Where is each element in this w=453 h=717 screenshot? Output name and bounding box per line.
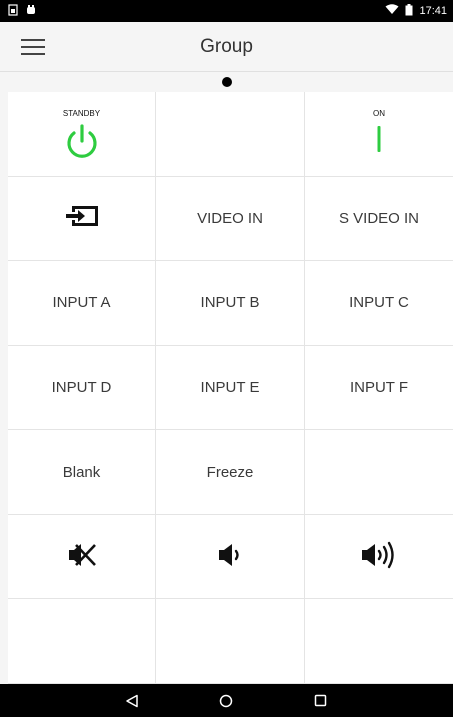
standby-button[interactable]: STANDBY <box>8 92 156 177</box>
input-a-label: INPUT A <box>52 294 111 312</box>
empty-cell-5-3[interactable] <box>305 430 453 515</box>
input-select-button[interactable] <box>8 176 156 262</box>
volume-down-button[interactable] <box>156 514 305 600</box>
s-video-in-label: S VIDEO IN <box>338 209 420 227</box>
input-e-label: INPUT E <box>200 378 260 396</box>
empty-cell-7-1[interactable] <box>8 599 156 684</box>
page-title: Group <box>200 36 253 57</box>
s-video-in-button[interactable]: S VIDEO IN <box>305 176 453 262</box>
input-icon <box>64 203 100 233</box>
status-time: 17:41 <box>419 5 447 17</box>
mute-icon <box>67 541 97 573</box>
app-bar: Group <box>0 22 453 72</box>
battery-icon <box>405 3 413 19</box>
input-a-button[interactable]: INPUT A <box>8 261 156 346</box>
input-d-label: INPUT D <box>51 378 112 396</box>
blank-button[interactable]: Blank <box>8 430 156 515</box>
video-in-button[interactable]: VIDEO IN <box>156 176 305 262</box>
button-grid: STANDBY ON VIDEO IN S VIDEO IN INPUT A I… <box>8 92 453 684</box>
home-icon[interactable] <box>206 684 246 717</box>
page-indicator <box>0 72 453 92</box>
mute-button[interactable] <box>8 514 156 600</box>
input-e-button[interactable]: INPUT E <box>156 345 305 431</box>
blank-label: Blank <box>62 463 101 481</box>
notification-icon <box>26 4 36 18</box>
standby-label: STANDBY <box>62 109 101 118</box>
input-c-button[interactable]: INPUT C <box>305 261 453 346</box>
volume-down-icon <box>217 541 243 573</box>
input-b-label: INPUT B <box>200 294 260 312</box>
sim-icon <box>8 3 18 19</box>
on-button[interactable]: ON <box>305 92 453 177</box>
page-dot-active[interactable] <box>221 77 232 87</box>
hamburger-menu-icon[interactable] <box>20 35 46 59</box>
back-icon[interactable] <box>112 684 152 717</box>
system-nav-bar <box>0 684 453 717</box>
empty-cell-7-3[interactable] <box>305 599 453 684</box>
wifi-icon <box>385 4 399 18</box>
recents-icon[interactable] <box>301 684 341 717</box>
input-c-label: INPUT C <box>349 294 409 312</box>
freeze-button[interactable]: Freeze <box>156 430 305 515</box>
input-f-button[interactable]: INPUT F <box>305 345 453 431</box>
on-label: ON <box>373 109 385 118</box>
input-b-button[interactable]: INPUT B <box>156 261 305 346</box>
empty-cell-1-2[interactable] <box>156 92 305 177</box>
status-bar: 17:41 <box>0 0 453 22</box>
power-icon <box>65 124 99 164</box>
volume-up-button[interactable] <box>305 514 453 600</box>
input-f-label: INPUT F <box>349 378 409 396</box>
on-bar-icon <box>376 124 382 158</box>
video-in-label: VIDEO IN <box>197 209 263 227</box>
empty-cell-7-2[interactable] <box>156 599 305 684</box>
volume-up-icon <box>360 540 398 574</box>
freeze-label: Freeze <box>206 463 254 481</box>
input-d-button[interactable]: INPUT D <box>8 345 156 431</box>
